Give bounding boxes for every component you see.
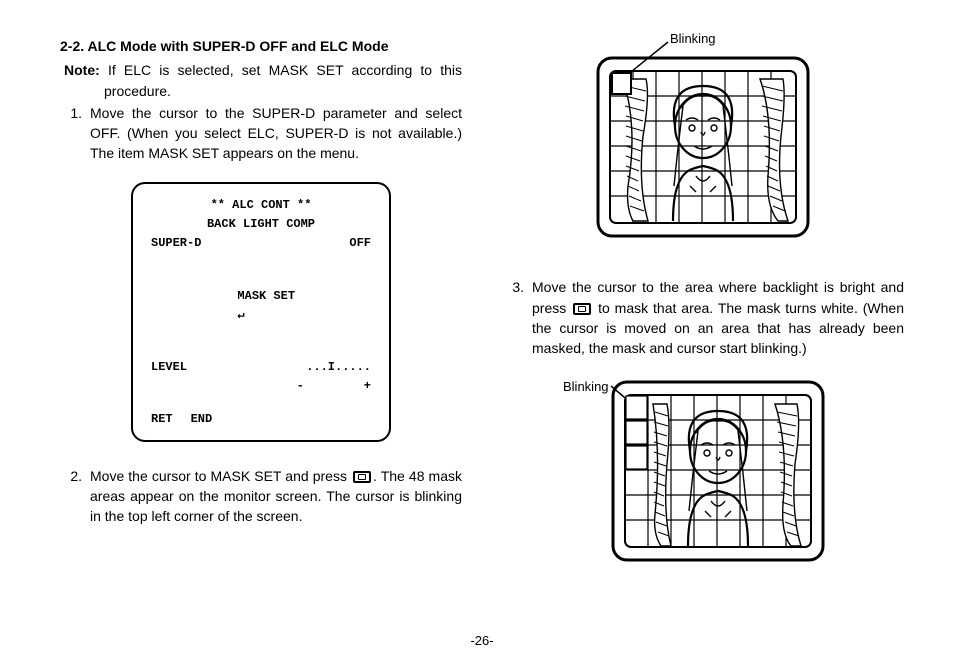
menu-row-ret-end: RET END [151, 410, 371, 429]
note-body: If ELC is selected, set MASK SET accordi… [104, 62, 462, 98]
step-body: Move the cursor to MASK SET and press . … [90, 466, 462, 527]
set-button-icon [353, 471, 371, 483]
menu-subtitle: BACK LIGHT COMP [151, 215, 371, 234]
person-illustration [688, 411, 748, 546]
figure-2: Blinking [563, 364, 843, 574]
monitor-illustration-1 [578, 36, 828, 246]
menu-row-maskset: MASK SET ↵ [151, 267, 371, 344]
menu-row-level-scale: - + [151, 377, 371, 396]
level-plus: + [364, 377, 371, 396]
page-number: -26- [60, 632, 904, 651]
note-line: Note: If ELC is selected, set MASK SET a… [76, 60, 462, 101]
level-minus: - [297, 377, 304, 396]
columns: 2-2. ALC Mode with SUPER-D OFF and ELC M… [60, 36, 904, 585]
set-button-icon [573, 303, 591, 315]
step-body: Move the cursor to the area where backli… [532, 277, 904, 358]
blinking-label: Blinking [670, 30, 716, 49]
step-body: Move the cursor to the SUPER-D parameter… [90, 103, 462, 164]
right-column: Blinking [502, 36, 904, 585]
curtain-right [775, 404, 801, 546]
step-number: 1. [60, 103, 82, 164]
menu-label: LEVEL [151, 358, 187, 377]
step2-text-a: Move the cursor to MASK SET and press [90, 468, 351, 484]
person-illustration [673, 86, 733, 221]
note-label: Note: [64, 62, 100, 78]
menu-row-superd: SUPER-D OFF [151, 234, 371, 253]
menu-label: SUPER-D [151, 234, 201, 253]
manual-page: 2-2. ALC Mode with SUPER-D OFF and ELC M… [0, 0, 954, 671]
curtain-right [760, 79, 788, 221]
curtain-left [653, 404, 671, 546]
menu-value: ...I..... [306, 358, 371, 377]
menu-label: MASK SET [237, 289, 295, 303]
section-title: 2-2. ALC Mode with SUPER-D OFF and ELC M… [60, 36, 462, 56]
return-icon: ↵ [237, 308, 244, 322]
step-number: 3. [502, 277, 524, 358]
menu-title: ** ALC CONT ** [151, 196, 371, 215]
menu-value: OFF [349, 234, 371, 253]
figure-1: Blinking [578, 36, 828, 251]
osd-menu-illustration: ** ALC CONT ** BACK LIGHT COMP SUPER-D O… [131, 182, 391, 442]
menu-ret: RET [151, 410, 173, 429]
step-2: 2. Move the cursor to MASK SET and press… [60, 466, 462, 527]
blinking-label: Blinking [563, 378, 609, 397]
step-number: 2. [60, 466, 82, 527]
menu-row-level: LEVEL ...I..... [151, 358, 371, 377]
step-3: 3. Move the cursor to the area where bac… [502, 277, 904, 358]
left-column: 2-2. ALC Mode with SUPER-D OFF and ELC M… [60, 36, 462, 585]
menu-end: END [191, 410, 213, 429]
step-1: 1. Move the cursor to the SUPER-D parame… [60, 103, 462, 164]
curtain-left [623, 79, 648, 221]
